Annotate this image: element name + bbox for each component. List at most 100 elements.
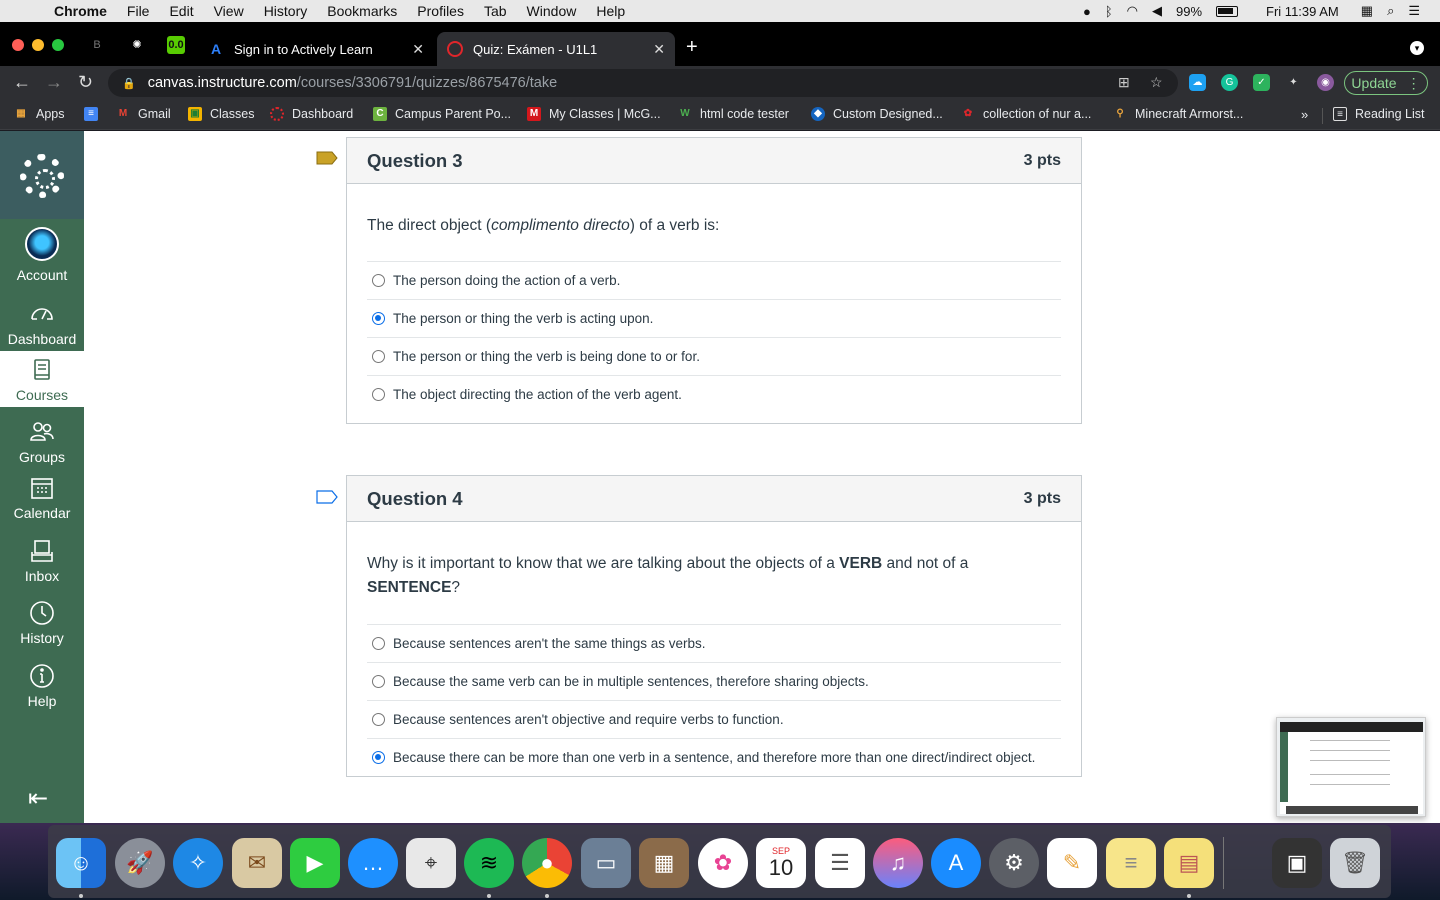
nav-history[interactable]: History [0,600,84,646]
question-flag-outline-icon[interactable] [316,490,338,504]
wifi-icon[interactable]: ◠ [1127,3,1138,19]
menu-profiles[interactable]: Profiles [417,3,464,19]
menu-file[interactable]: File [127,3,150,19]
window-close-button[interactable] [12,39,24,51]
answer-option[interactable]: Because sentences aren't objective and r… [367,700,1061,738]
spotify-icon[interactable]: ≋ [464,838,514,888]
bookmark-custom-designed[interactable]: ◆ Custom Designed... [811,107,943,121]
calculator-icon[interactable]: ▦ [639,838,689,888]
profile-avatar-icon[interactable]: ◉ [1317,74,1334,91]
bookmark-mcgraw[interactable]: M My Classes | McG... [527,107,661,121]
radio-button[interactable] [372,637,385,650]
bookmark-star-icon[interactable]: ☆ [1150,74,1163,91]
bookmark-collection[interactable]: ✿ collection of nur a... [961,107,1092,121]
launchpad-icon[interactable]: 🚀 [115,838,165,888]
nav-help[interactable]: Help [0,663,84,709]
answer-option[interactable]: The person or thing the verb is being do… [367,337,1061,375]
bookmark-apps[interactable]: ▦ Apps [14,107,64,121]
photos-icon[interactable]: ✿ [698,838,748,888]
bookmark-dashboard[interactable]: Dashboard [270,107,353,121]
answer-option[interactable]: Because the same verb can be in multiple… [367,662,1061,700]
messages-icon[interactable]: … [348,838,398,888]
menu-edit[interactable]: Edit [169,3,193,19]
tab-quiz-active[interactable]: Quiz: Exámen - U1L1 ✕ [437,32,675,66]
nav-account[interactable]: Account [0,227,84,283]
mail-stamp-icon[interactable]: ✉ [232,838,282,888]
menu-history[interactable]: History [264,3,308,19]
window-minimize-button[interactable] [32,39,44,51]
back-arrow-icon[interactable]: ← [13,72,31,92]
grammarly-icon[interactable]: G [1221,74,1238,91]
menu-app-name[interactable]: Chrome [54,3,107,19]
reload-icon[interactable]: ↻ [78,72,93,92]
system-preferences-icon[interactable]: ⚙ [989,838,1039,888]
maps-icon[interactable]: ⌖ [406,838,456,888]
address-bar[interactable]: 🔒 canvas.instructure.com/courses/3306791… [108,69,1178,97]
answer-option[interactable]: Because sentences aren't the same things… [367,624,1061,662]
pinned-tab-dots-icon[interactable]: ✺ [128,36,146,54]
nav-dashboard[interactable]: Dashboard [0,301,84,347]
menu-tab[interactable]: Tab [484,3,507,19]
chrome-icon[interactable]: ● [522,838,572,888]
answer-option[interactable]: The person doing the action of a verb. [367,261,1061,299]
finder-icon[interactable]: ☺ [56,838,106,888]
image-capture-icon[interactable]: ▭ [581,838,631,888]
nav-inbox[interactable]: Inbox [0,538,84,584]
input-source-flag-icon[interactable]: ▦ [1361,3,1373,19]
battery-icon[interactable] [1216,5,1239,17]
question-flag-filled-icon[interactable] [316,151,338,165]
notes-icon[interactable]: ≡ [1106,838,1156,888]
lock-icon[interactable]: 🔒 [122,77,136,90]
tab-search-icon[interactable]: ▾ [1410,41,1424,55]
shield-extension-icon[interactable]: ✓ [1253,74,1270,91]
bookmark-gmail[interactable]: M Gmail [116,107,171,121]
script-editor-icon[interactable]: ✎ [1047,838,1097,888]
bookmark-html-tester[interactable]: Whtml code tester [678,107,789,121]
canvas-logo-link[interactable] [0,131,84,219]
update-button[interactable]: Update ⋮ [1344,71,1428,95]
menu-help[interactable]: Help [596,3,625,19]
radio-button[interactable] [372,350,385,363]
nav-courses[interactable]: Courses [0,351,84,407]
extensions-puzzle-icon[interactable]: ✦ [1285,74,1302,91]
status-app-icon[interactable]: ● [1083,4,1091,19]
app-store-icon[interactable]: A [931,838,981,888]
menu-clock[interactable]: Fri 11:39 AM [1266,4,1339,19]
collapse-nav-icon[interactable]: ⇤ [28,787,48,811]
more-menu-icon[interactable]: ⋮ [1407,75,1421,92]
reminders-icon[interactable]: ☰ [815,838,865,888]
answer-option[interactable]: The person or thing the verb is acting u… [367,299,1061,337]
radio-button-selected[interactable] [372,751,385,764]
tab-close-icon[interactable]: ✕ [653,41,665,58]
menu-view[interactable]: View [214,3,244,19]
tab-close-icon[interactable]: ✕ [412,41,424,58]
bluetooth-icon[interactable]: ᛒ [1105,4,1113,19]
bookmark-docs[interactable]: ≡ [84,107,106,121]
volume-icon[interactable]: ◀ [1152,3,1162,19]
answer-option[interactable]: Because there can be more than one verb … [367,738,1061,776]
radio-button[interactable] [372,713,385,726]
nav-groups[interactable]: Groups [0,419,84,465]
spotlight-search-icon[interactable]: ⌕ [1387,3,1394,19]
screenshot-preview-thumbnail[interactable] [1276,717,1426,817]
calendar-app-icon[interactable]: SEP 10 [756,838,806,888]
pinned-tab-duolingo[interactable]: 0.0 [167,36,185,54]
menu-window[interactable]: Window [527,3,577,19]
window-zoom-button[interactable] [52,39,64,51]
menu-bookmarks[interactable]: Bookmarks [327,3,397,19]
radio-button-selected[interactable] [372,312,385,325]
nav-calendar[interactable]: Calendar [0,475,84,521]
extension-cloud-icon[interactable]: ☁ [1189,74,1206,91]
radio-button[interactable] [372,675,385,688]
new-tab-button[interactable]: + [686,37,698,57]
forward-arrow-icon[interactable]: → [45,72,63,92]
stickies-icon[interactable]: ▤ [1164,838,1214,888]
bookmarks-overflow-button[interactable]: » [1301,107,1308,122]
facetime-icon[interactable]: ▶ [290,838,340,888]
answer-option[interactable]: The object directing the action of the v… [367,375,1061,413]
translate-icon[interactable]: ⊞ [1118,74,1130,91]
recent-window-icon[interactable]: ▣ [1272,838,1322,888]
safari-icon[interactable]: ✧ [173,838,223,888]
radio-button[interactable] [372,274,385,287]
bookmark-minecraft[interactable]: ⚲ Minecraft Armorst... [1113,107,1243,121]
